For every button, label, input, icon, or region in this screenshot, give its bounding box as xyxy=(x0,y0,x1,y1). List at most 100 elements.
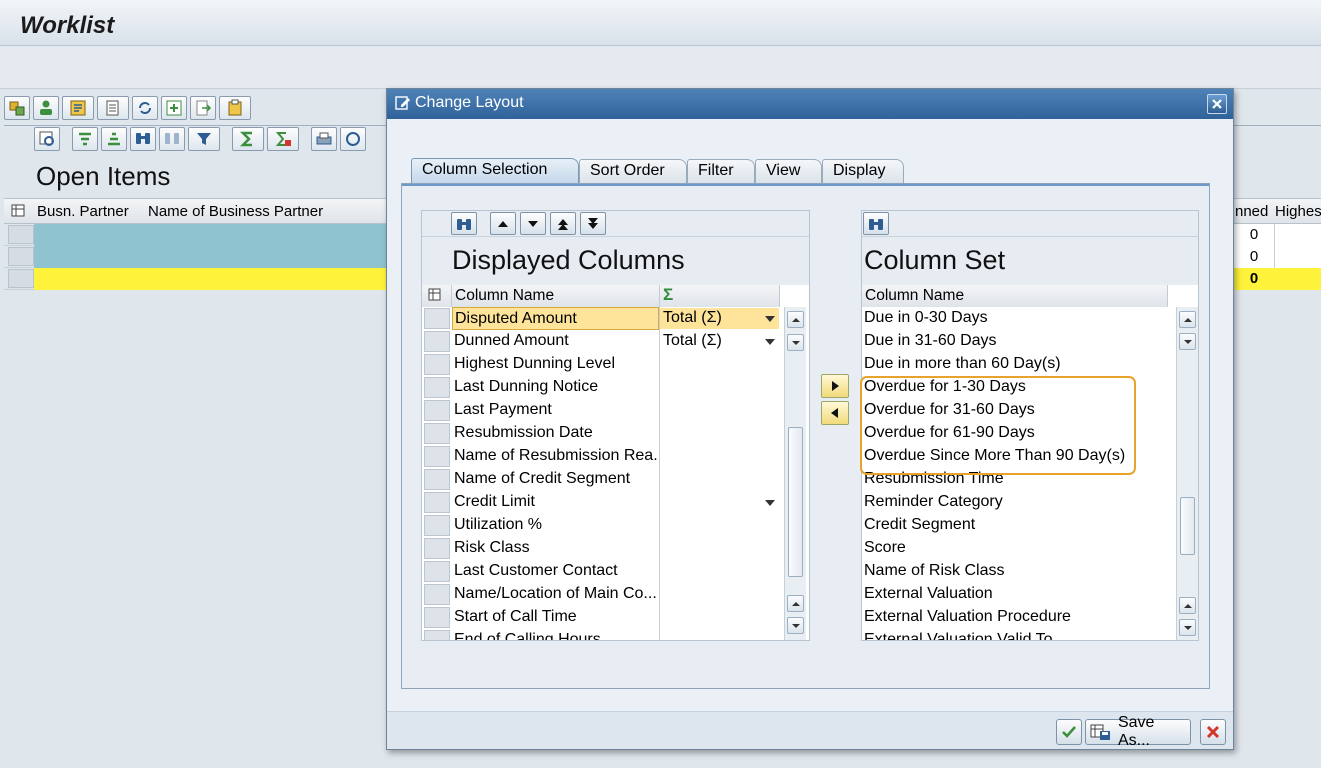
column-name[interactable]: Last Dunning Notice xyxy=(452,376,659,399)
displayed-column-row[interactable]: Dunned Amount Total (Σ) xyxy=(422,330,782,353)
move-to-top-button[interactable] xyxy=(550,212,576,235)
total-icon[interactable] xyxy=(232,127,264,151)
displayed-column-row[interactable]: Utilization % xyxy=(422,514,782,537)
scroll-down-button[interactable] xyxy=(787,334,804,351)
column-name[interactable]: Credit Limit xyxy=(452,491,659,514)
scroll-up-button[interactable] xyxy=(787,311,804,328)
column-set-row[interactable]: External Valuation Procedure xyxy=(862,606,1174,629)
print-icon[interactable] xyxy=(311,127,337,151)
displayed-column-row[interactable]: Credit Limit xyxy=(422,491,782,514)
displayed-column-row[interactable]: Highest Dunning Level xyxy=(422,353,782,376)
column-set-row[interactable]: Reminder Category xyxy=(862,491,1174,514)
column-name[interactable]: External Valuation Procedure xyxy=(862,606,1172,629)
column-name[interactable]: Risk Class xyxy=(452,537,659,560)
column-name[interactable]: Resubmission Time xyxy=(862,468,1172,491)
column-set-row[interactable]: External Valuation xyxy=(862,583,1174,606)
layout-settings-icon[interactable] xyxy=(422,285,452,307)
dialog-titlebar[interactable]: Change Layout xyxy=(387,89,1233,119)
column-name[interactable]: End of Calling Hours xyxy=(452,629,659,640)
tab-sort-order[interactable]: Sort Order xyxy=(579,159,687,183)
column-name[interactable]: Dunned Amount xyxy=(452,330,659,353)
scroll-thumb[interactable] xyxy=(1180,497,1195,555)
row-selector[interactable] xyxy=(424,331,450,352)
column-set-row[interactable]: Overdue for 1-30 Days xyxy=(862,376,1174,399)
scroll-page-up-button[interactable] xyxy=(787,595,804,612)
column-name[interactable]: Due in 31-60 Days xyxy=(862,330,1172,353)
column-name[interactable]: Credit Segment xyxy=(862,514,1172,537)
tab-display[interactable]: Display xyxy=(822,159,904,183)
aggregation-dropdown[interactable]: Total (Σ) xyxy=(660,308,779,329)
details-icon[interactable] xyxy=(34,127,60,151)
displayed-column-row[interactable]: Disputed Amount Total (Σ) xyxy=(422,307,782,330)
row-selector[interactable] xyxy=(8,247,34,266)
displayed-column-row[interactable]: Last Dunning Notice xyxy=(422,376,782,399)
scroll-page-down-button[interactable] xyxy=(1179,619,1196,636)
row-selector[interactable] xyxy=(424,469,450,490)
column-name[interactable]: Last Payment xyxy=(452,399,659,422)
column-name[interactable]: Start of Call Time xyxy=(452,606,659,629)
column-name[interactable]: External Valuation Valid To xyxy=(862,629,1172,640)
cancel-button[interactable] xyxy=(1200,719,1226,745)
displayed-column-row[interactable]: Name of Credit Segment xyxy=(422,468,782,491)
column-name[interactable]: Overdue Since More Than 90 Day(s) xyxy=(862,445,1172,468)
column-set-row[interactable]: Resubmission Time xyxy=(862,468,1174,491)
move-to-bottom-button[interactable] xyxy=(580,212,606,235)
column-set-name-header[interactable]: Column Name xyxy=(862,285,1168,307)
column-set-row[interactable]: Due in 0-30 Days xyxy=(862,307,1174,330)
row-selector[interactable] xyxy=(424,423,450,444)
export-icon[interactable] xyxy=(190,96,216,120)
header-business-partner-name[interactable]: Name of Business Partner xyxy=(148,203,323,220)
confirm-button[interactable] xyxy=(1056,719,1082,745)
row-selector[interactable] xyxy=(424,584,450,605)
row-selector[interactable] xyxy=(424,308,450,329)
row-selector[interactable] xyxy=(424,377,450,398)
column-set-row[interactable]: Credit Segment xyxy=(862,514,1174,537)
views-icon[interactable] xyxy=(340,127,366,151)
displayed-column-row[interactable]: Name of Resubmission Rea... xyxy=(422,445,782,468)
row-selector[interactable] xyxy=(424,561,450,582)
find-column-set-button[interactable] xyxy=(863,212,889,235)
scroll-up-button[interactable] xyxy=(1179,311,1196,328)
tab-view[interactable]: View xyxy=(755,159,822,183)
subtotal-icon[interactable] xyxy=(267,127,299,151)
clipboard-dropdown-icon[interactable] xyxy=(219,96,251,120)
column-set-row[interactable]: Due in 31-60 Days xyxy=(862,330,1174,353)
scroll-page-up-button[interactable] xyxy=(1179,597,1196,614)
column-name[interactable]: Reminder Category xyxy=(862,491,1172,514)
aggregation-dropdown[interactable]: Total (Σ) xyxy=(660,331,779,352)
scroll-page-down-button[interactable] xyxy=(787,617,804,634)
workflow-dropdown-icon[interactable] xyxy=(62,96,94,120)
tab-column-selection[interactable]: Column Selection xyxy=(411,158,579,184)
displayed-columns-scrollbar[interactable] xyxy=(784,307,806,640)
column-name[interactable]: Disputed Amount xyxy=(452,307,659,330)
displayed-column-row[interactable]: Resubmission Date xyxy=(422,422,782,445)
column-name[interactable]: Due in more than 60 Day(s) xyxy=(862,353,1172,376)
column-set-row[interactable]: Score xyxy=(862,537,1174,560)
document-dropdown-icon[interactable] xyxy=(97,96,129,120)
column-set-scrollbar[interactable] xyxy=(1176,307,1198,640)
row-selector[interactable] xyxy=(424,446,450,467)
layout-icon[interactable] xyxy=(10,202,28,224)
sum-header-icon[interactable]: Σ xyxy=(660,285,780,307)
column-name[interactable]: Highest Dunning Level xyxy=(452,353,659,376)
column-set-row[interactable]: Overdue for 31-60 Days xyxy=(862,399,1174,422)
column-name[interactable]: Name of Resubmission Rea... xyxy=(452,445,659,468)
column-name[interactable]: Overdue for 61-90 Days xyxy=(862,422,1172,445)
column-set-row[interactable]: Overdue for 61-90 Days xyxy=(862,422,1174,445)
move-up-button[interactable] xyxy=(490,212,516,235)
find-column-button[interactable] xyxy=(451,212,477,235)
column-name-header[interactable]: Column Name xyxy=(452,285,660,307)
column-set-row[interactable]: Due in more than 60 Day(s) xyxy=(862,353,1174,376)
column-name[interactable]: Resubmission Date xyxy=(452,422,659,445)
column-name[interactable]: External Valuation xyxy=(862,583,1172,606)
column-name[interactable]: Utilization % xyxy=(452,514,659,537)
row-selector[interactable] xyxy=(424,538,450,559)
column-name[interactable]: Score xyxy=(862,537,1172,560)
column-name[interactable]: Name/Location of Main Co... xyxy=(452,583,659,606)
row-selector[interactable] xyxy=(424,630,450,640)
displayed-column-row[interactable]: Last Customer Contact xyxy=(422,560,782,583)
displayed-column-row[interactable]: Name/Location of Main Co... xyxy=(422,583,782,606)
person-icon[interactable] xyxy=(33,96,59,120)
column-name[interactable]: Name of Risk Class xyxy=(862,560,1172,583)
filter-icon[interactable] xyxy=(188,127,220,151)
